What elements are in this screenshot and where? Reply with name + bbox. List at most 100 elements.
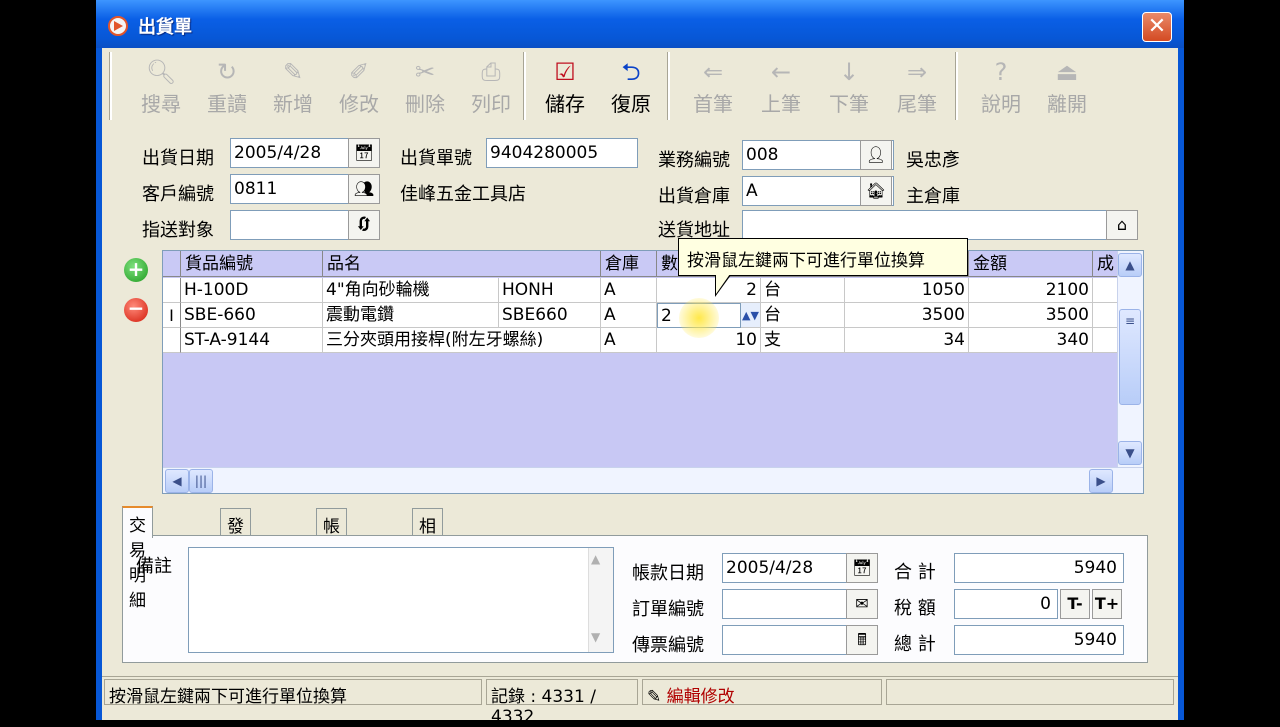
cell-amount[interactable]: 2100 xyxy=(969,278,1093,303)
first-arrow-icon: ⇐ xyxy=(702,58,724,86)
delete-button[interactable]: ✂ 刪除 xyxy=(394,56,456,118)
cell-unit[interactable]: 支 xyxy=(761,328,845,353)
row-selector[interactable] xyxy=(163,278,181,303)
grid-header: 貨品編號 品名 倉庫 數 金額 成 xyxy=(163,251,1119,277)
toolbar-group-save: ☑ 儲存 ⮌ 復原 xyxy=(524,52,664,120)
cell-amount[interactable]: 3500 xyxy=(969,303,1093,328)
cell-code[interactable]: H-100D xyxy=(181,278,323,303)
total-label: 總 計 xyxy=(894,634,936,655)
help-icon: ? xyxy=(994,58,1008,86)
memo-scroll-up-icon[interactable]: ▲ xyxy=(591,552,600,566)
tab-account[interactable]: 帳款資料 xyxy=(316,508,347,612)
cell-warehouse[interactable]: A xyxy=(601,278,657,303)
title-bar: 出貨單 ✕ xyxy=(96,0,1184,48)
cell-model[interactable]: SBE660 xyxy=(499,303,601,328)
cell-cost[interactable] xyxy=(1093,278,1119,303)
cell-unit[interactable]: 台 xyxy=(761,278,845,303)
cell-price[interactable]: 34 xyxy=(845,328,969,353)
tax-field[interactable]: 0 xyxy=(954,589,1058,619)
cell-warehouse[interactable]: A xyxy=(601,303,657,328)
reload-icon: ↻ xyxy=(216,58,238,86)
customer-lookup-icon[interactable]: 👥︎ xyxy=(348,174,380,204)
cell-name[interactable]: 4"角向砂輪機 xyxy=(323,278,499,303)
save-button[interactable]: ☑ 儲存 xyxy=(534,56,596,118)
order-lookup-icon[interactable]: ✉ xyxy=(846,589,878,619)
row-selector[interactable]: I xyxy=(163,303,181,328)
scroll-left-icon[interactable]: ◀ xyxy=(165,469,189,493)
scroll-up-icon[interactable]: ▲ xyxy=(1118,253,1142,277)
col-amount[interactable]: 金額 xyxy=(969,251,1093,277)
hscroll-thumb[interactable]: ||| xyxy=(189,469,213,493)
col-warehouse[interactable]: 倉庫 xyxy=(601,251,657,277)
cell-price[interactable]: 3500 xyxy=(845,303,969,328)
tax-minus-button[interactable]: T- xyxy=(1060,589,1090,619)
tab-related[interactable]: 相關資料 xyxy=(412,508,443,612)
exit-icon: ⏏ xyxy=(1055,58,1079,86)
home-icon[interactable]: ⌂ xyxy=(1106,210,1138,240)
cell-amount[interactable]: 340 xyxy=(969,328,1093,353)
exit-button[interactable]: ⏏ 離開 xyxy=(1036,56,1098,118)
tab-invoice[interactable]: 發票資料 xyxy=(220,508,251,612)
next-record-button[interactable]: ↓ 下筆 xyxy=(818,56,880,118)
warehouse-lookup-icon[interactable]: 🏠︎ xyxy=(860,176,892,206)
cell-name[interactable]: 震動電鑽 xyxy=(323,303,499,328)
scroll-down-icon[interactable]: ▼ xyxy=(1118,441,1142,465)
cell-name[interactable]: 三分夾頭用接桿(附左牙螺絲) xyxy=(323,328,601,353)
ship-date-label: 出貨日期 xyxy=(142,148,214,169)
cell-cost[interactable] xyxy=(1093,328,1119,353)
print-button[interactable]: ⎙ 列印 xyxy=(460,56,522,118)
memo-textarea[interactable] xyxy=(188,547,614,653)
cell-code[interactable]: SBE-660 xyxy=(181,303,323,328)
table-row[interactable]: H-100D 4"角向砂輪機 HONH A 2 台 1050 2100 xyxy=(163,278,1119,303)
grid-horizontal-scrollbar[interactable]: ◀ ||| ▶ xyxy=(163,467,1143,493)
next-arrow-icon: ↓ xyxy=(838,58,860,86)
remove-row-icon[interactable]: − xyxy=(124,298,148,322)
prev-record-button[interactable]: ← 上筆 xyxy=(750,56,812,118)
col-cost[interactable]: 成 xyxy=(1093,251,1119,277)
memo-scrollbar[interactable]: ▲ ▼ xyxy=(588,548,613,652)
row-selector[interactable] xyxy=(163,328,181,353)
cell-warehouse[interactable]: A xyxy=(601,328,657,353)
shipping-window: 出貨單 ✕ 🔍︎ 搜尋 ↻ 重讀 ✎ 新增 ✐ 修改 ✂ 刪除 ⎙ 列印 ☑ 儲存 ⮌ 復原 ⇐… xyxy=(96,0,1184,727)
cell-model[interactable]: HONH xyxy=(499,278,601,303)
cell-price[interactable]: 1050 xyxy=(845,278,969,303)
col-code[interactable]: 貨品編號 xyxy=(181,251,323,277)
tax-plus-button[interactable]: T+ xyxy=(1092,589,1122,619)
qty-spin-icon[interactable]: ▲▼ xyxy=(741,303,761,328)
cell-qty[interactable]: 2 xyxy=(657,278,761,303)
col-name[interactable]: 品名 xyxy=(323,251,601,277)
tab-transaction-detail[interactable]: 交易明細 xyxy=(122,506,153,611)
table-row[interactable]: ST-A-9144 三分夾頭用接桿(附左牙螺絲) A 10 支 34 340 xyxy=(163,328,1119,353)
deliver-target-lookup-icon[interactable]: 🔄︎ xyxy=(348,210,380,240)
last-record-button[interactable]: ⇒ 尾筆 xyxy=(886,56,948,118)
ar-calendar-icon[interactable]: 📅︎ xyxy=(846,553,878,583)
add-button[interactable]: ✎ 新增 xyxy=(262,56,324,118)
reload-button[interactable]: ↻ 重讀 xyxy=(196,56,258,118)
calendar-icon[interactable]: 📅︎ xyxy=(348,138,380,168)
status-bar: 按滑鼠左鍵兩下可進行單位換算 記錄 : 4331 / 4332 ✎ 編輯修改 xyxy=(102,676,1178,727)
table-row-current[interactable]: I SBE-660 震動電鑽 SBE660 A 2 ▲▼ 台 3500 3500 xyxy=(163,303,1119,328)
cell-code[interactable]: ST-A-9144 xyxy=(181,328,323,353)
cell-unit[interactable]: 台 xyxy=(761,303,845,328)
window-frame-right xyxy=(1178,48,1184,720)
cell-cost[interactable] xyxy=(1093,303,1119,328)
help-button[interactable]: ? 說明 xyxy=(970,56,1032,118)
scroll-thumb[interactable]: ≡ xyxy=(1119,309,1141,405)
close-button[interactable]: ✕ xyxy=(1142,12,1172,42)
scroll-right-icon[interactable]: ▶ xyxy=(1089,469,1113,493)
prev-arrow-icon: ← xyxy=(770,58,792,86)
order-no-label: 訂單編號 xyxy=(632,599,704,620)
sales-name: 吳忠彥 xyxy=(906,150,960,171)
restore-button[interactable]: ⮌ 復原 xyxy=(600,56,662,118)
add-row-icon[interactable]: + xyxy=(124,258,148,282)
salesperson-lookup-icon[interactable]: 👤︎ xyxy=(860,140,892,170)
voucher-lookup-icon[interactable]: 🖩︎ xyxy=(846,625,878,655)
edit-button[interactable]: ✐ 修改 xyxy=(328,56,390,118)
grid-vertical-scrollbar[interactable]: ▲ ≡ ▼ xyxy=(1117,251,1143,469)
address-field[interactable] xyxy=(742,210,1138,240)
first-record-button[interactable]: ⇐ 首筆 xyxy=(682,56,744,118)
ship-no-field[interactable]: 9404280005 xyxy=(486,138,638,168)
memo-scroll-down-icon[interactable]: ▼ xyxy=(591,630,600,644)
search-button[interactable]: 🔍︎ 搜尋 xyxy=(130,56,192,118)
tax-label: 稅 額 xyxy=(894,598,936,619)
